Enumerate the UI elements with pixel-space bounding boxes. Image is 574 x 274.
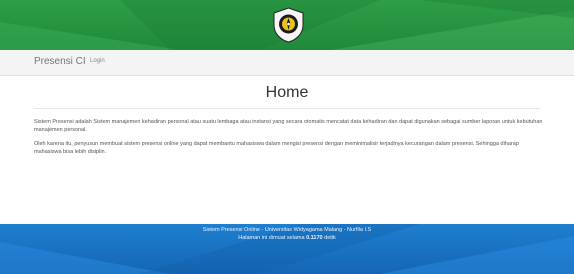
- site-header: [0, 0, 574, 50]
- footer-render-time: Halaman ini dimuat selama 0.1170 detik: [0, 235, 574, 241]
- page-title: Home: [265, 84, 309, 101]
- login-link[interactable]: Login: [90, 58, 105, 64]
- purpose-paragraph: Oleh karena itu, penyusun membuat sistem…: [34, 141, 519, 155]
- top-navbar: Presensi CI Login: [0, 50, 574, 76]
- site-footer: Sistem Presensi Online - Universitas Wid…: [0, 224, 574, 274]
- university-seal-icon: [273, 7, 304, 43]
- render-time-value: 0.1170: [306, 235, 323, 241]
- title-divider: [34, 108, 540, 109]
- render-time-prefix: Halaman ini dimuat selama: [238, 235, 305, 241]
- brand-link[interactable]: Presensi CI: [34, 56, 86, 67]
- footer-credit: Sistem Presensi Online - Universitas Wid…: [202, 227, 372, 233]
- intro-paragraph: Sistem Presensi adalah Sistem manajemen …: [34, 119, 543, 133]
- render-time-suffix: detik: [324, 235, 336, 241]
